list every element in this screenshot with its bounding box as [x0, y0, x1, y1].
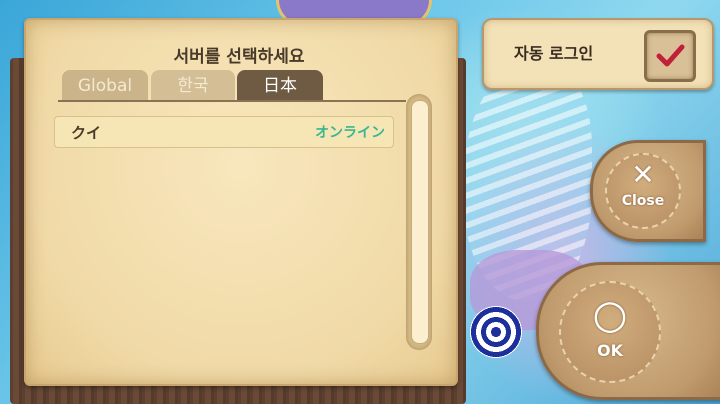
- tab-japan[interactable]: 日本: [237, 70, 323, 100]
- close-button[interactable]: ✕ Close: [590, 140, 706, 242]
- tab-global[interactable]: Global: [62, 70, 148, 100]
- auto-login-label: 자동 로그인: [514, 44, 594, 63]
- tab-korea[interactable]: 한국: [151, 70, 235, 100]
- scrollbar-thumb[interactable]: [411, 100, 429, 344]
- circle-icon: ○: [592, 292, 628, 338]
- ok-label: OK: [597, 341, 623, 360]
- tab-divider: [58, 100, 406, 102]
- server-select-title: 서버를 선택하세요: [173, 47, 305, 67]
- auto-login-box: 자동 로그인: [482, 18, 714, 90]
- server-list-scrollbar[interactable]: [406, 94, 432, 350]
- ok-button[interactable]: ○ OK: [536, 262, 720, 400]
- background-character-art: [462, 60, 592, 300]
- server-row[interactable]: クイ オンライン: [54, 116, 394, 148]
- ok-button-face: ○ OK: [559, 281, 661, 383]
- background-swirl-emblem: [470, 306, 522, 358]
- close-button-face: ✕ Close: [605, 153, 681, 229]
- check-mark-icon: [656, 44, 685, 67]
- server-list: クイ オンライン: [54, 116, 394, 148]
- server-name: クイ: [71, 124, 102, 142]
- server-status: オンライン: [315, 125, 385, 141]
- x-icon: ✕: [631, 158, 655, 191]
- auto-login-checkbox[interactable]: [644, 30, 696, 82]
- close-label: Close: [621, 193, 665, 209]
